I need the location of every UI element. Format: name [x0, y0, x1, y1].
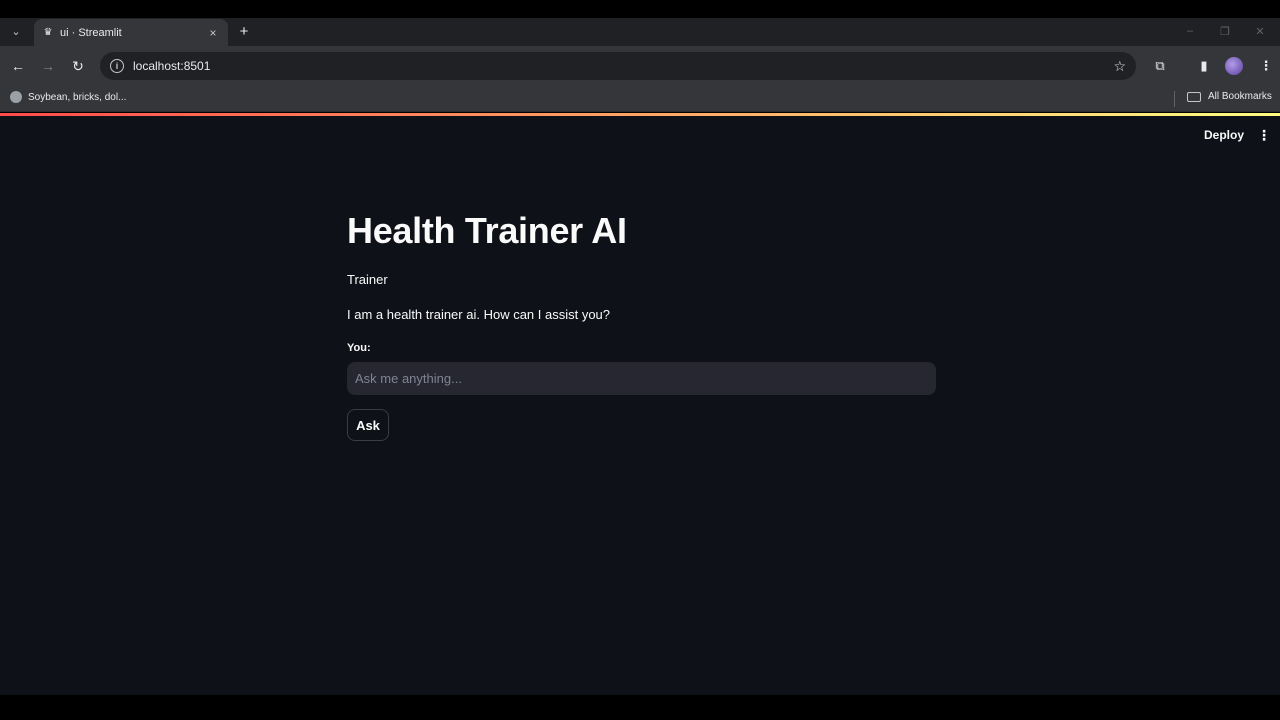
bookmark-item[interactable]: Soybean, bricks, dol... — [10, 91, 126, 103]
bookmark-star-icon[interactable]: ☆ — [1113, 58, 1126, 75]
forward-arrow-icon[interactable]: → — [38, 56, 58, 76]
more-vert-icon[interactable]: ⋮ — [1256, 56, 1276, 76]
browser-tab-active[interactable]: ♛ ui · Streamlit × — [34, 19, 228, 46]
browser-tabstrip: ⌄ ♛ ui · Streamlit × + – ❐ ✕ — [0, 18, 1280, 46]
ask-button[interactable]: Ask — [347, 409, 389, 441]
side-panel-icon[interactable]: ▮ — [1194, 56, 1214, 76]
reload-icon[interactable]: ↻ — [68, 56, 88, 76]
main-menu-icon[interactable]: ⋮ — [1256, 125, 1272, 145]
header-decoration-bar — [0, 113, 1280, 116]
globe-icon — [10, 91, 22, 103]
bookmark-label: Soybean, bricks, dol... — [28, 91, 127, 103]
site-info-icon[interactable]: i — [110, 59, 124, 73]
new-tab-button[interactable]: + — [234, 21, 254, 41]
extensions-icon[interactable]: ⧉ — [1150, 56, 1170, 76]
browser-toolbar: ← → ↻ i localhost:8501 ☆ ⧉ ▮ ⋮ — [0, 46, 1280, 86]
address-bar[interactable]: i localhost:8501 ☆ — [100, 52, 1136, 80]
you-input-label: You: — [347, 342, 371, 354]
tab-title: ui · Streamlit — [60, 26, 122, 39]
all-bookmarks-button[interactable]: All Bookmarks — [1187, 91, 1272, 102]
deploy-button[interactable]: Deploy — [1198, 125, 1250, 145]
back-arrow-icon[interactable]: ← — [8, 56, 28, 76]
minimize-icon[interactable]: – — [1176, 20, 1204, 42]
chevron-down-icon: ⌄ — [11, 25, 21, 38]
top-letterbox — [0, 0, 1280, 18]
streamlit-crown-icon: ♛ — [43, 27, 53, 38]
screen-frame: ⌄ ♛ ui · Streamlit × + – ❐ ✕ ← → ↻ i loc… — [0, 0, 1280, 720]
tab-close-icon[interactable]: × — [206, 26, 220, 40]
question-input[interactable] — [347, 362, 936, 395]
page-title: Health Trainer AI — [347, 210, 627, 251]
maximize-icon[interactable]: ❐ — [1211, 20, 1239, 42]
trainer-message: I am a health trainer ai. How can I assi… — [347, 307, 611, 322]
close-window-icon[interactable]: ✕ — [1246, 20, 1274, 42]
bookmarks-bar: Soybean, bricks, dol... All Bookmarks — [0, 86, 1280, 112]
streamlit-app: Deploy ⋮ Health Trainer AI Trainer I am … — [0, 113, 1280, 695]
profile-avatar[interactable] — [1225, 57, 1243, 75]
bookmarks-divider — [1174, 91, 1175, 107]
speaker-label: Trainer — [347, 272, 388, 287]
tab-search-button[interactable]: ⌄ — [6, 21, 26, 41]
url-text[interactable]: localhost:8501 — [133, 59, 1113, 73]
bottom-letterbox — [0, 695, 1280, 720]
all-bookmarks-label: All Bookmarks — [1208, 91, 1272, 102]
folder-icon — [1187, 91, 1201, 102]
